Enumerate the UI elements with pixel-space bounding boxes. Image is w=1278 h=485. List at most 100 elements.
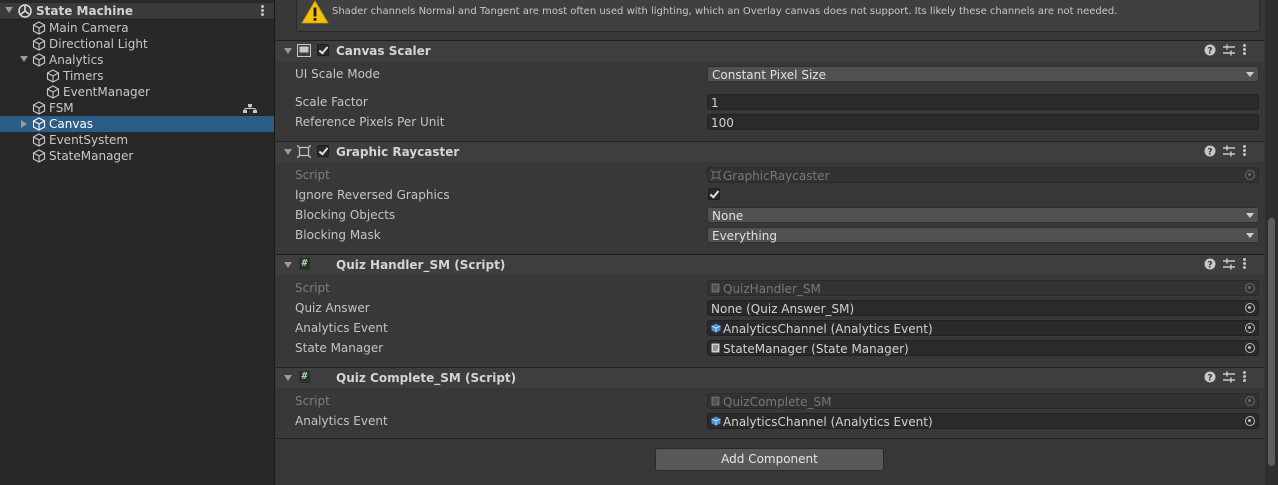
- gameobject-cube-icon: [32, 53, 46, 67]
- hierarchy-item-eventmanager[interactable]: EventManager: [0, 84, 274, 100]
- quiz-answer-field[interactable]: None (Quiz Answer_SM): [707, 300, 1259, 316]
- hierarchy-item-label: StateManager: [49, 149, 134, 163]
- quiz-complete-header[interactable]: # Quiz Complete_SM (Script) ?: [276, 367, 1264, 388]
- scale-factor-label: Scale Factor: [295, 95, 368, 109]
- component-menu-icon[interactable]: [1243, 145, 1246, 157]
- blocking-objects-label: Blocking Objects: [295, 208, 396, 222]
- component-menu-icon[interactable]: [1243, 258, 1246, 270]
- hierarchy-item-label: FSM: [49, 101, 74, 115]
- hierarchy-item-label: Canvas: [49, 117, 94, 131]
- foldout-arrow-icon[interactable]: [284, 48, 292, 54]
- blocking-mask-dropdown[interactable]: Everything: [707, 227, 1259, 243]
- script-label: Script: [295, 168, 330, 182]
- state-manager-field[interactable]: StateManager (State Manager): [707, 340, 1259, 356]
- scale-factor-input[interactable]: 1: [707, 94, 1259, 110]
- object-picker-icon: [1245, 170, 1255, 180]
- field-value: AnalyticsChannel (Analytics Event): [723, 415, 933, 429]
- scene-expand-icon[interactable]: [5, 7, 13, 13]
- analytics-event-field[interactable]: AnalyticsChannel (Analytics Event): [707, 413, 1259, 429]
- analytics-event-field[interactable]: AnalyticsChannel (Analytics Event): [707, 320, 1259, 336]
- component-menu-icon[interactable]: [1243, 371, 1246, 383]
- object-picker-icon[interactable]: [1245, 416, 1255, 426]
- warning-text: Shader channels Normal and Tangent are m…: [332, 6, 1118, 17]
- object-picker-icon[interactable]: [1245, 343, 1255, 353]
- state-manager-label: State Manager: [295, 341, 384, 355]
- expand-arrow-icon[interactable]: [21, 120, 27, 128]
- hierarchy-item-timers[interactable]: Timers: [0, 68, 274, 84]
- field-value: QuizComplete_SM: [723, 395, 832, 409]
- script-file-icon: [711, 396, 720, 406]
- scrollbar-thumb[interactable]: [1268, 218, 1275, 466]
- component-menu-icon[interactable]: [1243, 44, 1246, 56]
- presets-icon[interactable]: [1223, 371, 1235, 383]
- blocking-mask-label: Blocking Mask: [295, 228, 381, 242]
- help-icon[interactable]: ?: [1204, 44, 1216, 56]
- field-value: 100: [711, 116, 734, 130]
- scriptable-object-icon: [711, 416, 721, 426]
- gameobject-cube-icon: [46, 85, 60, 99]
- hierarchy-item-label: EventSystem: [49, 133, 129, 147]
- foldout-arrow-icon[interactable]: [284, 149, 292, 155]
- field-value: None (Quiz Answer_SM): [711, 302, 855, 316]
- hierarchy-item-canvas[interactable]: Canvas: [0, 116, 274, 132]
- object-picker-icon[interactable]: [1245, 303, 1255, 313]
- reference-pixels-per-unit-input[interactable]: 100: [707, 114, 1259, 130]
- field-value: AnalyticsChannel (Analytics Event): [723, 322, 933, 336]
- quiz-handler-header[interactable]: # Quiz Handler_SM (Script) ?: [276, 254, 1264, 275]
- hierarchy-item-statemanager[interactable]: StateManager: [0, 148, 274, 164]
- help-icon[interactable]: ?: [1204, 258, 1216, 270]
- hierarchy-item-label: EventManager: [63, 85, 150, 99]
- chevron-down-icon: [1246, 72, 1254, 77]
- divider: [276, 438, 1264, 439]
- graphic-raycaster-header[interactable]: Graphic Raycaster ?: [276, 141, 1264, 162]
- script-file-icon: [711, 283, 720, 293]
- ui-scale-mode-label: UI Scale Mode: [295, 67, 380, 81]
- analytics-event-label: Analytics Event: [295, 321, 388, 335]
- canvas-scaler-enabled-checkbox[interactable]: [317, 44, 329, 56]
- inspector-scrollbar[interactable]: [1265, 0, 1278, 485]
- help-icon[interactable]: ?: [1204, 145, 1216, 157]
- dropdown-value: None: [712, 209, 744, 223]
- unity-scene-icon: [18, 4, 32, 18]
- scene-menu-icon[interactable]: [261, 5, 264, 17]
- add-component-button[interactable]: Add Component: [655, 448, 884, 471]
- graphic-raycaster-script-field: GraphicRaycaster: [707, 167, 1259, 183]
- scene-header[interactable]: State Machine: [0, 3, 274, 20]
- canvas-scaler-header[interactable]: Canvas Scaler ?: [276, 40, 1264, 61]
- scriptable-object-icon: [711, 323, 721, 333]
- foldout-arrow-icon[interactable]: [284, 375, 292, 381]
- chevron-down-icon: [1246, 233, 1254, 238]
- hierarchy-structure-icon[interactable]: [243, 104, 257, 113]
- graphic-raycaster-enabled-checkbox[interactable]: [317, 145, 329, 157]
- hierarchy-item-fsm[interactable]: FSM: [0, 100, 274, 116]
- hierarchy-panel: State Machine Main Camera Directional Li…: [0, 0, 275, 485]
- foldout-arrow-icon[interactable]: [284, 262, 292, 268]
- presets-icon[interactable]: [1223, 258, 1235, 270]
- svg-text:?: ?: [1207, 148, 1212, 158]
- quiz-answer-label: Quiz Answer: [295, 301, 370, 315]
- canvas-scaler-icon: [297, 44, 311, 57]
- help-icon[interactable]: ?: [1204, 371, 1216, 383]
- ignore-reversed-graphics-checkbox[interactable]: [708, 188, 720, 200]
- script-file-icon: [711, 343, 720, 353]
- expand-arrow-icon[interactable]: [20, 56, 28, 62]
- presets-icon[interactable]: [1223, 145, 1235, 157]
- hierarchy-item-eventsystem[interactable]: EventSystem: [0, 132, 274, 148]
- ui-scale-mode-dropdown[interactable]: Constant Pixel Size: [707, 66, 1259, 82]
- hierarchy-item-label: Directional Light: [49, 37, 148, 51]
- svg-text:?: ?: [1207, 261, 1212, 271]
- graphic-raycaster-icon: [297, 145, 311, 158]
- hierarchy-item-directional-light[interactable]: Directional Light: [0, 36, 274, 52]
- presets-icon[interactable]: [1223, 44, 1235, 56]
- field-value: QuizHandler_SM: [723, 282, 821, 296]
- gameobject-cube-icon: [32, 37, 46, 51]
- hierarchy-item-label: Analytics: [49, 53, 104, 67]
- object-picker-icon[interactable]: [1245, 323, 1255, 333]
- blocking-objects-dropdown[interactable]: None: [707, 207, 1259, 223]
- hierarchy-item-analytics[interactable]: Analytics: [0, 52, 274, 68]
- script-label: Script: [295, 281, 330, 295]
- csharp-script-icon: #: [299, 371, 310, 383]
- hierarchy-item-main-camera[interactable]: Main Camera: [0, 20, 274, 36]
- analytics-event-label: Analytics Event: [295, 414, 388, 428]
- gameobject-cube-icon: [32, 21, 46, 35]
